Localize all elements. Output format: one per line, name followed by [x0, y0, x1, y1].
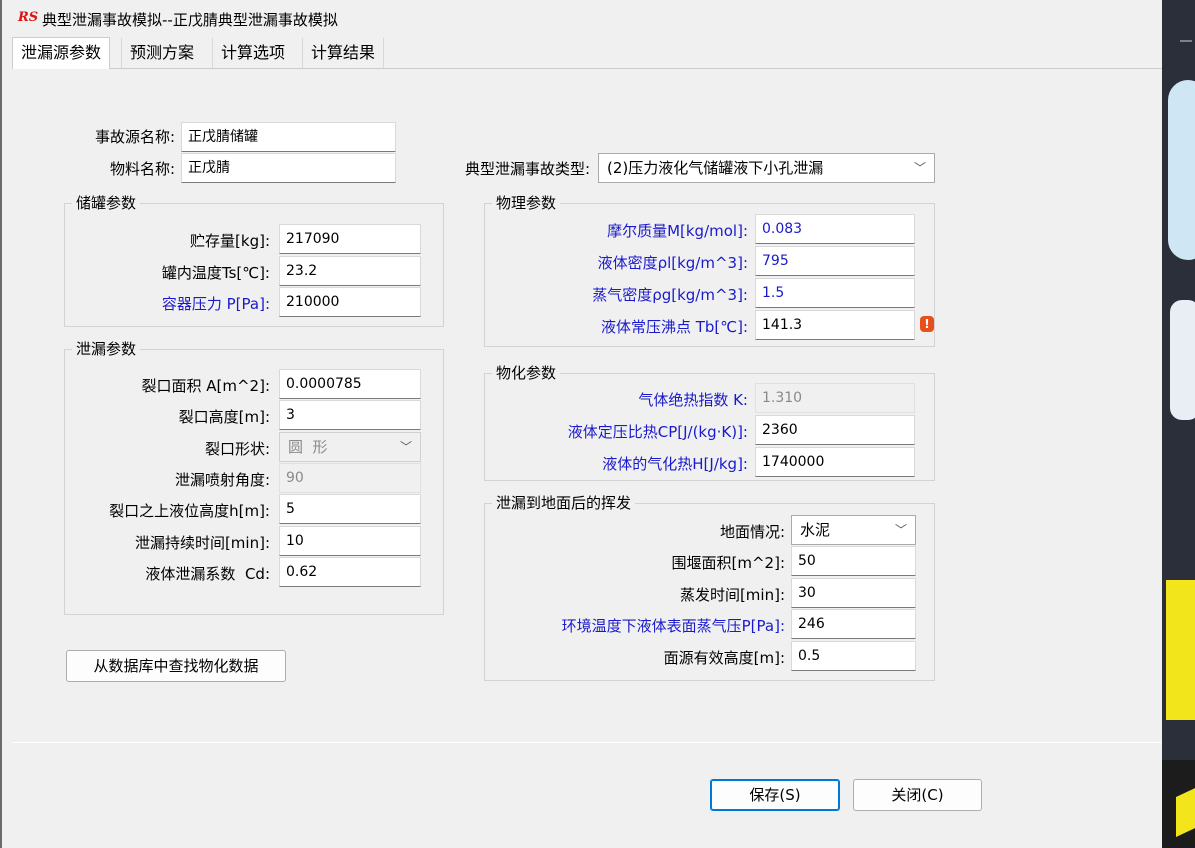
dike-area-label: 围堰面积[m^2]:	[671, 554, 785, 572]
molar-mass-label: 摩尔质量M[kg/mol]:	[607, 222, 748, 240]
material-name-label: 物料名称:	[109, 160, 175, 178]
chem-params-title: 物化参数	[492, 362, 561, 383]
ground-evaporation-title: 泄漏到地面后的挥发	[492, 492, 636, 513]
liquid-height-label: 裂口之上液位高度h[m]:	[109, 502, 270, 520]
liquid-density-label: 液体密度ρl[kg/m^3]:	[597, 254, 748, 272]
tank-temp-label: 罐内温度Ts[℃]:	[161, 264, 270, 282]
warning-icon[interactable]: !	[920, 316, 934, 332]
ground-surface-label: 地面情况:	[719, 523, 785, 541]
chevron-down-icon: ﹀	[399, 440, 412, 454]
spray-angle-label: 泄漏喷射角度:	[174, 471, 270, 489]
liquid-height-input[interactable]: 5	[279, 494, 421, 524]
accident-type-value: (2)压力液化气储罐液下小孔泄漏	[607, 159, 824, 177]
window-title: 典型泄漏事故模拟--正戊腈典型泄漏事故模拟	[42, 11, 338, 29]
crack-height-input[interactable]: 3	[279, 400, 421, 430]
evaporation-time-input[interactable]: 30	[791, 578, 916, 608]
vaporization-heat-label: 液体的气化热H[J/kg]:	[602, 455, 748, 473]
adiabatic-index-label: 气体绝热指数 K:	[638, 391, 748, 409]
tank-params-title: 储罐参数	[72, 192, 141, 213]
tab-calc-results[interactable]: 计算结果	[302, 38, 385, 68]
tab-prediction-plan[interactable]: 预测方案	[121, 38, 202, 68]
leak-params-title: 泄漏参数	[72, 338, 141, 359]
vapor-density-label: 蒸气密度ρg[kg/m^3]:	[592, 286, 748, 304]
lookup-database-button[interactable]: 从数据库中查找物化数据	[66, 650, 286, 682]
vessel-pressure-input[interactable]: 210000	[279, 287, 421, 317]
vapor-density-input[interactable]: 1.5	[755, 278, 915, 308]
crack-height-label: 裂口高度[m]:	[178, 408, 270, 426]
source-height-input[interactable]: 0.5	[791, 641, 916, 671]
crack-shape-select[interactable]: 圆 形 ﹀	[279, 432, 421, 462]
crack-area-input[interactable]: 0.0000785	[279, 369, 421, 399]
vessel-pressure-label: 容器压力 P[Pa]:	[161, 295, 270, 313]
close-button[interactable]: 关闭(C)	[853, 779, 982, 811]
vapor-pressure-input[interactable]: 246	[791, 609, 916, 639]
tank-temp-input[interactable]: 23.2	[279, 256, 421, 286]
source-name-input[interactable]: 正戊腈储罐	[181, 122, 396, 152]
tab-leak-source-params[interactable]: 泄漏源参数	[12, 37, 111, 69]
discharge-coef-input[interactable]: 0.62	[279, 557, 421, 587]
crack-area-label: 裂口面积 A[m^2]:	[141, 377, 270, 395]
leak-duration-label: 泄漏持续时间[min]:	[134, 534, 270, 552]
vaporization-heat-input[interactable]: 1740000	[755, 447, 915, 477]
vapor-pressure-label: 环境温度下液体表面蒸气压P[Pa]:	[561, 617, 785, 635]
ground-surface-value: 水泥	[800, 521, 831, 539]
storage-label: 贮存量[kg]:	[190, 232, 270, 250]
accident-type-select[interactable]: (2)压力液化气储罐液下小孔泄漏 ﹀	[598, 153, 935, 183]
source-height-label: 面源有效高度[m]:	[663, 649, 785, 667]
molar-mass-input[interactable]: 0.083	[755, 214, 915, 244]
title-bar[interactable]: RS 典型泄漏事故模拟--正戊腈典型泄漏事故模拟	[2, 0, 1162, 38]
dike-area-input[interactable]: 50	[791, 546, 916, 576]
adiabatic-index-input[interactable]: 1.310	[755, 383, 915, 413]
boiling-point-label: 液体常压沸点 Tb[℃]:	[600, 318, 748, 336]
accident-type-label: 典型泄漏事故类型:	[464, 160, 590, 178]
crack-shape-value: 圆 形	[288, 438, 328, 456]
desktop-background	[1162, 0, 1195, 848]
specific-heat-input[interactable]: 2360	[755, 415, 915, 445]
chevron-down-icon: ﹀	[894, 523, 907, 537]
boiling-point-input[interactable]: 141.3	[755, 310, 915, 340]
storage-input[interactable]: 217090	[279, 224, 421, 254]
tab-calc-options[interactable]: 计算选项	[212, 38, 293, 68]
discharge-coef-label: 液体泄漏系数 Cd:	[145, 565, 270, 583]
crack-shape-label: 裂口形状:	[204, 440, 270, 458]
specific-heat-label: 液体定压比热CP[J/(kg·K)]:	[567, 423, 748, 441]
spray-angle-input[interactable]: 90	[279, 463, 421, 493]
chevron-down-icon: ﹀	[913, 161, 926, 175]
material-name-input[interactable]: 正戊腈	[181, 153, 396, 183]
leak-duration-input[interactable]: 10	[279, 526, 421, 556]
footer-divider	[12, 742, 1162, 743]
ground-surface-select[interactable]: 水泥 ﹀	[791, 515, 916, 545]
liquid-density-input[interactable]: 795	[755, 246, 915, 276]
evaporation-time-label: 蒸发时间[min]:	[679, 586, 785, 604]
source-name-label: 事故源名称:	[94, 128, 175, 146]
save-button[interactable]: 保存(S)	[710, 779, 840, 811]
app-logo-icon: RS	[18, 10, 39, 25]
physical-params-title: 物理参数	[492, 192, 561, 213]
